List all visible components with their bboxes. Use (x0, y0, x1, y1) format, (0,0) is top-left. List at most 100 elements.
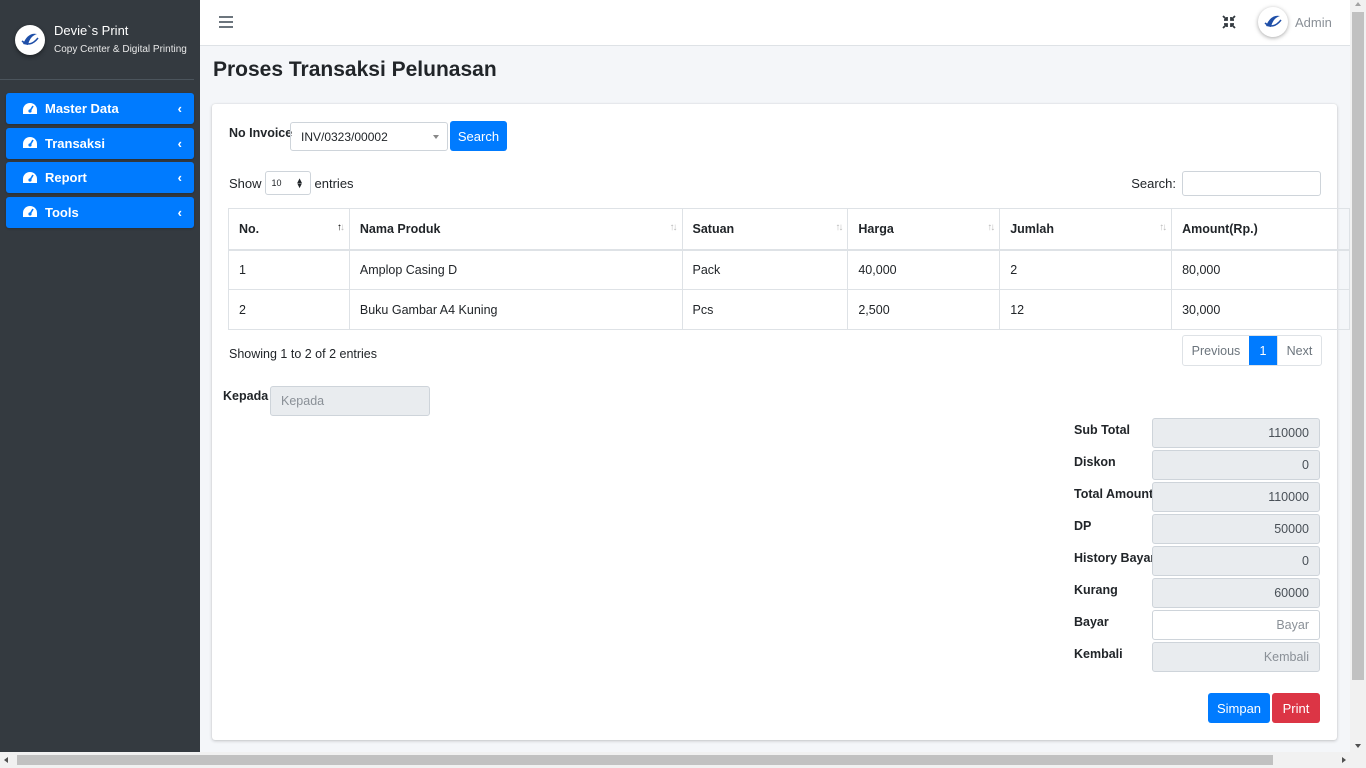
table-cell: 30,000 (1171, 289, 1350, 330)
pagination-next[interactable]: Next (1277, 336, 1321, 365)
column-header-harga[interactable]: Harga ↑↓ (847, 208, 1001, 251)
vertical-scrollbar[interactable] (1350, 0, 1366, 752)
scroll-right-icon[interactable] (1342, 757, 1346, 763)
length-value: 10 (271, 178, 282, 188)
table-cell: Amplop Casing D (348, 249, 683, 290)
bayar-input[interactable]: Bayar (1152, 610, 1320, 640)
sort-icon: ↑↓ (669, 222, 678, 233)
table-cell: 2,500 (847, 289, 1001, 330)
brand-subtitle: Copy Center & Digital Printing (54, 43, 187, 55)
save-button[interactable]: Simpan (1208, 693, 1270, 723)
vertical-scroll-thumb[interactable] (1352, 12, 1364, 680)
product-table: No. ↑↓ Nama Produk ↑↓ Satuan ↑↓ Harga ↑↓ Jum… (228, 208, 1350, 330)
kurang-field: 60000 (1152, 578, 1320, 608)
table-info: Showing 1 to 2 of 2 entries (229, 347, 378, 361)
sidebar: Devie`s Print Copy Center & Digital Prin… (0, 0, 200, 752)
horizontal-scrollbar[interactable] (0, 752, 1366, 768)
sort-updown-icon: ▲ ▼ (295, 176, 304, 190)
search-label: Search: (1131, 176, 1176, 191)
search-input[interactable] (1182, 171, 1321, 196)
caret-down-icon (433, 135, 439, 139)
user-menu[interactable]: Admin (1258, 7, 1332, 37)
print-button[interactable]: Print (1272, 693, 1320, 723)
pagination-page-1[interactable]: 1 (1249, 336, 1277, 365)
total-amount-field: 110000 (1152, 482, 1320, 512)
kepada-label: Kepada (223, 389, 269, 403)
entries-label: entries (314, 175, 354, 191)
tachometer-icon (23, 171, 37, 183)
total-amount-label: Total Amount (1074, 487, 1154, 501)
invoice-select[interactable]: INV/0323/00002 (290, 122, 448, 151)
kurang-label: Kurang (1074, 583, 1118, 597)
chevron-left-icon: ‹ (177, 135, 182, 151)
pagination-previous[interactable]: Previous (1183, 336, 1249, 365)
sort-icon: ↑↓ (987, 222, 995, 233)
table-cell: Buku Gambar A4 Kuning (348, 289, 683, 330)
brand[interactable]: Devie`s Print Copy Center & Digital Prin… (0, 0, 194, 80)
kembali-field: Kembali (1152, 642, 1320, 672)
chevron-left-icon: ‹ (177, 204, 182, 220)
length-control: Show 10 ▲ ▼ entries (229, 171, 354, 195)
search-invoice-button[interactable]: Search (450, 121, 507, 151)
kepada-field[interactable]: Kepada (270, 386, 430, 416)
sidebar-item-label: Tools (45, 204, 79, 220)
sort-icon: ↑↓ (835, 222, 843, 233)
column-header-nama-produk[interactable]: Nama Produk ↑↓ (348, 208, 683, 251)
table-cell: Pcs (681, 289, 849, 330)
table-cell: 12 (999, 289, 1173, 330)
diskon-field: 0 (1152, 450, 1320, 480)
tachometer-icon (23, 102, 37, 114)
menu-toggle-icon[interactable] (219, 13, 233, 31)
compress-icon[interactable] (1221, 14, 1237, 30)
tachometer-icon (23, 206, 37, 217)
kembali-label: Kembali (1074, 647, 1123, 661)
avatar (1258, 7, 1288, 37)
sidebar-item-master-data[interactable]: Master Data ‹ (6, 93, 194, 124)
table-cell: 2 (999, 249, 1173, 290)
bayar-label: Bayar (1074, 615, 1109, 629)
column-header-amount[interactable]: Amount(Rp.) (1171, 208, 1350, 251)
dp-label: DP (1074, 519, 1092, 533)
table-header-row: No. ↑↓ Nama Produk ↑↓ Satuan ↑↓ Harga ↑↓ Jum… (228, 208, 1350, 251)
history-bayar-field: 0 (1152, 546, 1320, 576)
sidebar-item-transaksi[interactable]: Transaksi ‹ (6, 127, 194, 159)
sidebar-item-label: Transaksi (45, 135, 105, 151)
history-bayar-label: History Bayar (1074, 551, 1156, 565)
table-row: 1 Amplop Casing D Pack 40,000 2 80,000 (228, 249, 1350, 290)
sidebar-item-tools[interactable]: Tools ‹ (6, 196, 194, 228)
diskon-label: Diskon (1074, 455, 1116, 469)
sidebar-nav: Master Data ‹ Transaksi ‹ Report ‹ Tools… (0, 80, 200, 228)
sidebar-item-report[interactable]: Report ‹ (6, 162, 194, 193)
scroll-up-icon[interactable] (1355, 2, 1361, 6)
table-search: Search: (1131, 171, 1321, 196)
dp-field: 50000 (1152, 514, 1320, 544)
subtotal-label: Sub Total (1074, 423, 1131, 437)
brand-name: Devie`s Print (54, 22, 129, 38)
column-header-satuan[interactable]: Satuan ↑↓ (681, 208, 849, 251)
sort-icon: ↑↓ (1159, 222, 1167, 233)
sidebar-item-label: Report (45, 170, 87, 185)
horizontal-scroll-thumb[interactable] (17, 755, 1273, 765)
brand-logo (15, 24, 45, 55)
sidebar-item-label: Master Data (45, 101, 119, 116)
invoice-select-value: INV/0323/00002 (301, 130, 388, 144)
pagination: Previous 1 Next (1182, 335, 1322, 366)
entries-length-select[interactable]: 10 ▲ ▼ (264, 171, 311, 195)
scroll-left-icon[interactable] (4, 757, 8, 763)
show-label: Show (229, 175, 262, 191)
chevron-left-icon: ‹ (177, 101, 182, 116)
topbar: Admin (200, 0, 1350, 46)
column-header-jumlah[interactable]: Jumlah ↑↓ (999, 208, 1173, 251)
transaction-card: No Invoice INV/0323/00002 Search Show 10… (212, 104, 1350, 740)
page-title: Proses Transaksi Pelunasan (213, 58, 497, 81)
tachometer-icon (23, 137, 37, 148)
table-cell: Pack (681, 249, 849, 290)
scroll-down-icon[interactable] (1355, 744, 1361, 748)
table-cell: 80,000 (1171, 249, 1350, 290)
table-cell: 1 (228, 249, 350, 290)
column-header-no[interactable]: No. ↑↓ (228, 208, 350, 251)
chevron-left-icon: ‹ (177, 170, 182, 185)
subtotal-field: 110000 (1152, 418, 1320, 448)
user-name: Admin (1295, 14, 1332, 30)
sort-icon: ↑↓ (336, 222, 345, 233)
